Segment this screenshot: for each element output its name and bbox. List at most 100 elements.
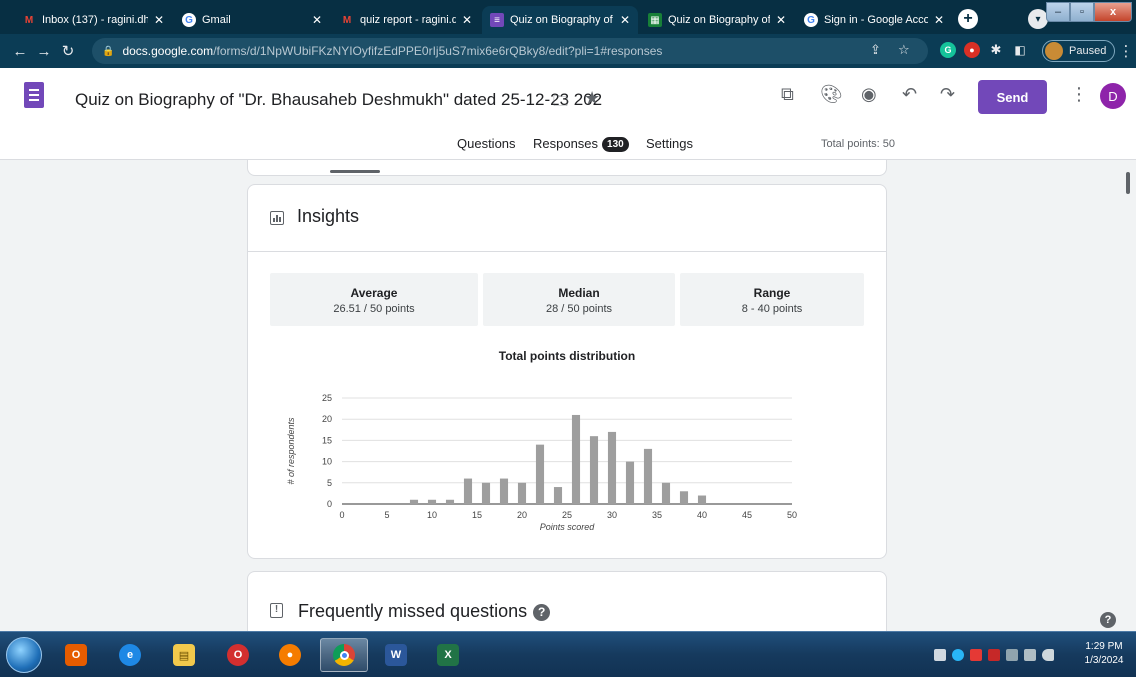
- send-button[interactable]: Send: [978, 80, 1047, 114]
- x-axis-label: Points scored: [540, 522, 596, 532]
- window-minimize-button[interactable]: –: [1046, 2, 1070, 22]
- share-icon[interactable]: ⇪: [870, 42, 881, 58]
- profile-avatar: [1045, 42, 1063, 60]
- close-icon[interactable]: ✕: [620, 13, 630, 27]
- language-icon[interactable]: [934, 649, 946, 661]
- chrome-icon: [333, 644, 355, 666]
- windows-taskbar: O e ▤ O ● W X 1:29 PM 1/3/2024: [0, 631, 1136, 677]
- profile-status: Paused: [1069, 45, 1107, 57]
- back-arrow-icon[interactable]: ←: [8, 43, 32, 60]
- chart-title: Total points distribution: [498, 349, 636, 363]
- tab-title: Gmail: [202, 14, 231, 26]
- taskbar-firefox[interactable]: ●: [266, 638, 314, 672]
- browser-toolbar: ← → ↻ 🔒 docs.google.com/forms/d/1NpWUbiF…: [0, 34, 1136, 68]
- page-scrollbar[interactable]: [1121, 160, 1136, 631]
- window-maximize-button[interactable]: ▫: [1070, 2, 1094, 22]
- alert-icon: !: [270, 603, 283, 618]
- y-tick-label: 0: [327, 499, 332, 509]
- bar: [643, 448, 653, 504]
- browser-tab-sheets[interactable]: ▦ Quiz on Biography of "I ✕: [640, 6, 794, 34]
- extensions-puzzle-icon[interactable]: ✱: [988, 42, 1004, 58]
- taskbar-explorer[interactable]: ▤: [160, 638, 208, 672]
- x-tick-label: 40: [697, 510, 707, 520]
- security-shield-icon[interactable]: [988, 649, 1000, 661]
- insights-card: Insights Average 26.51 / 50 points Media…: [247, 184, 887, 559]
- window-close-button[interactable]: x: [1094, 2, 1132, 22]
- close-icon[interactable]: ✕: [462, 13, 472, 27]
- bar: [427, 499, 437, 504]
- bar: [535, 444, 545, 504]
- x-tick-label: 25: [562, 510, 572, 520]
- tab-questions[interactable]: Questions: [457, 136, 516, 151]
- browser-tab-inbox[interactable]: M Inbox (137) - ragini.dho ✕: [14, 6, 172, 34]
- clock-date: 1/3/2024: [1084, 655, 1124, 666]
- gmail-icon: M: [342, 14, 352, 26]
- internet-explorer-icon: e: [119, 644, 141, 666]
- form-title[interactable]: Quiz on Biography of "Dr. Bhausaheb Desh…: [75, 90, 602, 110]
- help-icon[interactable]: ?: [533, 604, 551, 621]
- start-button[interactable]: [6, 637, 42, 673]
- redo-icon[interactable]: ↷: [940, 84, 955, 105]
- undo-icon[interactable]: ↶: [902, 84, 917, 105]
- browser-tab-forms-active[interactable]: ≡ Quiz on Biography of "I ✕: [482, 6, 638, 34]
- tab-settings[interactable]: Settings: [646, 136, 693, 151]
- insights-heading: Insights: [297, 206, 360, 226]
- taskbar-outlook[interactable]: O: [52, 638, 100, 672]
- network-monitor-icon[interactable]: [1024, 649, 1036, 661]
- summary-tabs-card: [247, 160, 887, 176]
- close-icon[interactable]: ✕: [154, 13, 164, 27]
- star-icon[interactable]: ★: [584, 88, 600, 109]
- x-tick-label: 15: [472, 510, 482, 520]
- network-status-icon[interactable]: [952, 649, 964, 661]
- x-tick-label: 0: [339, 510, 344, 520]
- antivirus-icon[interactable]: [970, 649, 982, 661]
- tab-responses[interactable]: Responses 130: [533, 136, 629, 152]
- active-tab-underline: [330, 170, 380, 173]
- grammarly-icon[interactable]: G: [940, 42, 956, 58]
- more-options-icon[interactable]: ⋮: [1070, 84, 1088, 105]
- x-tick-label: 30: [607, 510, 617, 520]
- volume-icon[interactable]: [1042, 649, 1054, 661]
- browser-tab-gmail[interactable]: G Gmail ✕: [174, 6, 330, 34]
- frequently-missed-heading: Frequently missed questions?: [298, 601, 551, 622]
- flag-icon[interactable]: [1006, 649, 1018, 661]
- taskbar-ie[interactable]: e: [106, 638, 154, 672]
- close-icon[interactable]: ✕: [934, 13, 944, 27]
- addon-puzzle-icon[interactable]: ⧉: [781, 84, 794, 105]
- forward-arrow-icon[interactable]: →: [32, 43, 56, 60]
- scrollbar-thumb[interactable]: [1126, 172, 1130, 194]
- google-forms-logo-icon[interactable]: [24, 82, 44, 108]
- y-tick-label: 5: [327, 478, 332, 488]
- google-icon: G: [182, 13, 196, 27]
- bar: [553, 487, 563, 504]
- bar: [589, 436, 599, 504]
- account-avatar[interactable]: D: [1100, 83, 1126, 109]
- taskbar-chrome[interactable]: [320, 638, 368, 672]
- total-points-label: Total points: 50: [821, 138, 895, 150]
- folder-icon[interactable]: 🗀: [553, 91, 568, 116]
- new-tab-button[interactable]: +: [958, 9, 978, 29]
- gmail-icon: M: [24, 14, 34, 26]
- close-icon[interactable]: ✕: [776, 13, 786, 27]
- palette-icon[interactable]: 🎨︎: [820, 84, 843, 105]
- reload-icon[interactable]: ↻: [56, 42, 80, 60]
- browser-tab-quiz-report[interactable]: M quiz report - ragini.dho ✕: [332, 6, 480, 34]
- browser-tab-sign-in[interactable]: G Sign in - Google Accou ✕: [796, 6, 952, 34]
- insights-chart-icon: [270, 211, 284, 225]
- address-bar[interactable]: 🔒 docs.google.com/forms/d/1NpWUbiFKzNYIO…: [92, 38, 928, 64]
- taskbar-word[interactable]: W: [372, 638, 420, 672]
- profile-paused-chip[interactable]: Paused: [1042, 40, 1116, 62]
- taskbar-clock[interactable]: 1:29 PM 1/3/2024: [1076, 640, 1132, 668]
- side-panel-icon[interactable]: ◧: [1012, 42, 1028, 58]
- close-icon[interactable]: ✕: [312, 13, 322, 27]
- tab-search-button[interactable]: ▾: [1028, 9, 1048, 29]
- y-tick-label: 10: [322, 457, 332, 467]
- taskbar-opera[interactable]: O: [214, 638, 262, 672]
- browser-menu-icon[interactable]: ⋮: [1114, 42, 1136, 60]
- preview-eye-icon[interactable]: ◉: [861, 84, 877, 105]
- extension-red-icon[interactable]: ●: [964, 42, 980, 58]
- outlook-icon: O: [65, 644, 87, 666]
- bookmark-star-icon[interactable]: ☆: [898, 42, 910, 58]
- taskbar-excel[interactable]: X: [424, 638, 472, 672]
- help-fab-icon[interactable]: ?: [1100, 612, 1116, 628]
